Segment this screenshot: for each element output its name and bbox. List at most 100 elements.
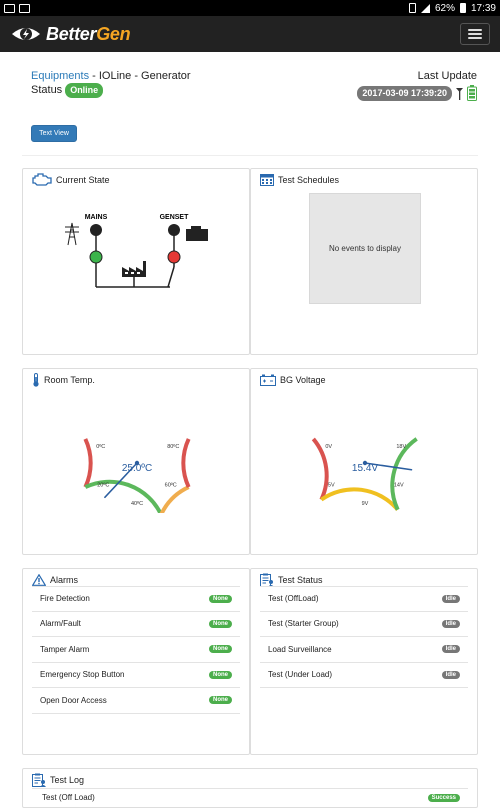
status-label: Status — [31, 84, 63, 96]
test-schedules-title: Test Schedules — [278, 174, 340, 185]
mains-indicator-on — [89, 250, 103, 264]
logo-text: BetterGen — [46, 23, 131, 44]
gauge-band — [159, 485, 190, 513]
status-badge: None — [209, 645, 232, 654]
gauge-value-label: 15.4V — [352, 463, 378, 474]
breadcrumb-equipments-link[interactable]: Equipments — [31, 70, 89, 82]
page-header: Equipments - IOLine - Generator Status O… — [31, 70, 477, 101]
gauge-band — [83, 438, 93, 488]
status-badge: Idle — [441, 619, 460, 628]
test-status-header: Test Status — [251, 569, 477, 587]
last-update: Last Update 2017-03-09 17:39:20 — [357, 70, 477, 101]
engine-icon — [32, 173, 52, 186]
bg-voltage-title: BG Voltage — [280, 374, 326, 385]
no-events-box: No events to display — [309, 193, 421, 304]
status-badge: Idle — [441, 645, 460, 654]
room-temp-gauge: 0ºC 20ºC 40ºC 60ºC 80ºC 25.0ºC — [83, 438, 191, 513]
current-state-panel: Current State MAINS GENSET — [22, 168, 250, 355]
last-update-badge: 2017-03-09 17:39:20 — [357, 85, 452, 101]
bettergen-eye-icon — [12, 28, 40, 40]
test-row-under-load: Test (Under Load) Idle — [260, 663, 468, 688]
system-status-bar: 62% 17:39 — [0, 0, 500, 16]
text-view-button[interactable]: Text View — [31, 125, 77, 142]
alarms-header: Alarms — [23, 569, 249, 587]
mains-label: MAINS — [85, 214, 108, 221]
logo[interactable]: BetterGen — [10, 23, 131, 45]
gauge-tick-label: 14V — [394, 482, 404, 488]
factory-icon — [122, 261, 146, 277]
gauge-tick-label: 60ºC — [165, 481, 177, 488]
genset-indicator-on — [167, 250, 181, 264]
alarm-row-alarm-fault: Alarm/Fault None — [32, 612, 240, 637]
alarm-row-open-door: Open Door Access None — [32, 688, 240, 714]
status-badge: None — [209, 696, 232, 705]
gauge-tick-label: 0ºC — [96, 443, 105, 450]
room-temp-panel: Room Temp. 0ºC 20ºC 40ºC 60ºC 80ºC 25.0ºC — [22, 368, 250, 555]
battery-percent: 62% — [434, 2, 455, 14]
calendar-icon — [260, 174, 274, 186]
signal-icon — [420, 3, 430, 13]
navbar: BetterGen — [0, 16, 500, 52]
test-row-load-surveillance: Load Surveillance Idle — [260, 637, 468, 663]
divider — [22, 155, 478, 156]
alarms-panel: Alarms Fire Detection None Alarm/Fault Non… — [22, 568, 250, 755]
gauge-tick-label: 20ºC — [97, 481, 109, 488]
gauge-value-label: 25.0ºC — [122, 463, 152, 474]
test-log-title: Test Log — [50, 774, 85, 785]
genset-label: GENSET — [160, 214, 190, 221]
gauge-band — [320, 487, 400, 511]
gauge-tick-label: 0V — [325, 444, 332, 450]
status-badge: Online — [65, 83, 104, 98]
gauge-tick-label: 18V — [396, 444, 406, 450]
test-log-header: Test Log — [23, 769, 477, 787]
gauge-tick-label: 80ºC — [167, 443, 179, 450]
test-row-offload: Test (OffLoad) Idle — [260, 586, 468, 612]
alarm-row-tamper: Tamper Alarm None — [32, 637, 240, 663]
status-badge: Idle — [441, 594, 460, 603]
status-badge: Success — [427, 793, 460, 802]
pylon-icon — [65, 222, 79, 246]
test-row-starter-group: Test (Starter Group) Idle — [260, 612, 468, 637]
alarm-row-emergency-stop: Emergency Stop Button None — [32, 663, 240, 688]
car-battery-icon — [260, 374, 276, 386]
genset-indicator-off — [168, 224, 180, 236]
bg-voltage-gauge: 0V 5V 9V 14V 18V 15.4V — [311, 437, 418, 511]
test-schedules-panel: Test Schedules No events to display — [250, 168, 478, 355]
hamburger-icon — [468, 29, 482, 31]
generator-diagram: MAINS GENSET — [65, 214, 208, 288]
generator-icon — [186, 226, 208, 241]
gauge-tick-label: 9V — [362, 501, 369, 507]
status-badge: None — [209, 619, 232, 628]
current-state-title: Current State — [56, 174, 110, 185]
alarm-row-fire-detection: Fire Detection None — [32, 586, 240, 612]
gauge-tick-label: 40ºC — [131, 500, 143, 507]
bg-voltage-header: BG Voltage — [251, 369, 477, 387]
test-status-title: Test Status — [278, 574, 323, 585]
image-notification-icon — [19, 3, 30, 13]
mains-indicator-off — [90, 224, 102, 236]
status-badge: None — [209, 670, 232, 679]
image-notification-icon — [4, 3, 15, 13]
test-schedules-header: Test Schedules — [251, 169, 477, 187]
clipboard-user-icon — [32, 773, 46, 787]
battery-level-icon — [467, 85, 477, 101]
clock: 17:39 — [470, 2, 496, 14]
vibrate-icon — [408, 3, 416, 13]
battery-icon — [459, 3, 466, 13]
alarms-title: Alarms — [50, 574, 79, 585]
alarms-list: Fire Detection None Alarm/Fault None Tampe… — [32, 586, 240, 714]
antenna-signal-icon — [456, 87, 463, 100]
test-log-item: Test (Off Load) — [42, 793, 95, 802]
room-temp-title: Room Temp. — [44, 374, 95, 385]
status-badge: Idle — [441, 670, 460, 679]
gauge-band — [181, 438, 191, 488]
bg-voltage-panel: BG Voltage 0V 5V 9V 14V 18V 15.4V — [250, 368, 478, 555]
test-log-panel: Test Log Test (Off Load) Success — [22, 768, 478, 808]
current-state-header: Current State — [23, 169, 249, 187]
room-temp-header: Room Temp. — [23, 369, 249, 387]
test-status-panel: Test Status Test (OffLoad) Idle Test (Sta… — [250, 568, 478, 755]
clipboard-user-icon — [260, 573, 274, 587]
menu-toggle-button[interactable] — [460, 23, 490, 45]
status-badge: None — [209, 594, 232, 603]
gauge-tick-label: 5V — [328, 482, 335, 488]
